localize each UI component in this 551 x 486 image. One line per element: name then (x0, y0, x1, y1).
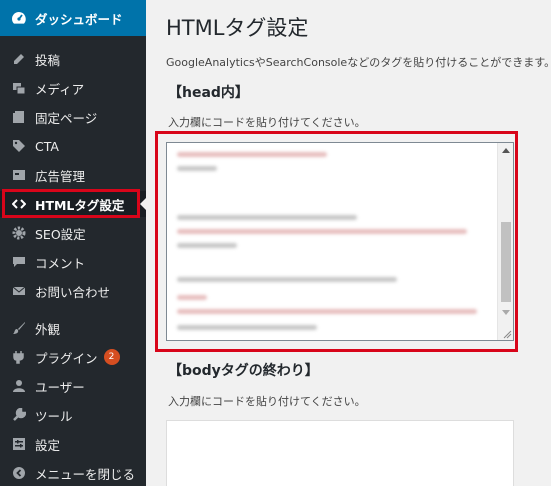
textarea-scrollbar[interactable] (497, 143, 513, 340)
scroll-up-arrow-icon[interactable] (502, 148, 510, 153)
scroll-down-arrow-icon[interactable] (502, 310, 510, 315)
media-icon (10, 79, 28, 97)
sidebar-item-label: メディア (35, 81, 85, 97)
sidebar-item-posts[interactable]: 投稿 (0, 46, 146, 72)
brush-icon (10, 319, 28, 337)
sidebar-item-cta[interactable]: CTA (0, 133, 146, 159)
sidebar-item-label: ツール (35, 408, 73, 424)
ad-icon (10, 166, 28, 184)
sidebar-item-ads[interactable]: 広告管理 (0, 162, 146, 188)
pin-icon (10, 50, 28, 68)
resize-handle-icon[interactable] (502, 329, 512, 339)
head-section-title: 【head内】 (168, 85, 249, 101)
sidebar-item-label: 外観 (35, 321, 61, 337)
sidebar-item-label: コメント (35, 255, 86, 271)
sidebar-item-media[interactable]: メディア (0, 75, 146, 101)
sidebar-item-label: HTMLタグ設定 (35, 197, 125, 213)
sidebar-item-tools[interactable]: ツール (0, 402, 146, 428)
code-icon (10, 195, 28, 213)
sidebar-item-label: 設定 (35, 437, 61, 453)
comment-icon (10, 253, 28, 271)
sidebar-item-settings[interactable]: 設定 (0, 431, 146, 457)
page-icon (10, 108, 28, 126)
blurred-code-line (177, 295, 207, 300)
sidebar-item-contact[interactable]: お問い合わせ (0, 278, 146, 304)
blurred-code-line (177, 309, 477, 314)
body-section-hint: 入力欄にコードを貼り付けてください。 (168, 395, 366, 408)
blurred-code-line (177, 277, 397, 282)
update-count-badge: 2 (103, 349, 120, 365)
sidebar-item-comments[interactable]: コメント (0, 249, 146, 275)
sidebar-item-users[interactable]: ユーザー (0, 373, 146, 399)
sidebar-item-label: プラグイン (35, 350, 98, 366)
blurred-code-line (177, 243, 237, 248)
head-section-hint: 入力欄にコードを貼り付けてください。 (168, 116, 366, 129)
collapse-icon (10, 464, 28, 482)
page-title: HTMLタグ設定 (166, 16, 309, 40)
sidebar-item-label: 広告管理 (35, 168, 86, 184)
sidebar-item-html-tags[interactable]: HTMLタグ設定 (0, 191, 146, 217)
sidebar-item-label: ダッシュボード (35, 11, 123, 27)
dashboard-icon (10, 9, 28, 27)
scroll-thumb[interactable] (501, 222, 511, 302)
blurred-code-line (177, 325, 317, 330)
plugin-icon (10, 348, 28, 366)
sidebar-item-pages[interactable]: 固定ページ (0, 104, 146, 130)
page-description: GoogleAnalyticsやSearchConsoleなどのタグを貼り付ける… (166, 56, 551, 69)
blurred-code-line (177, 215, 357, 220)
admin-sidebar: ダッシュボード 投稿 メディア 固定ページ CTA 広告管理 HTMLタグ設定 … (0, 0, 147, 486)
settings-icon (10, 435, 28, 453)
blurred-code-line (177, 152, 327, 157)
wrench-icon (10, 406, 28, 424)
gear-icon (10, 224, 28, 242)
sidebar-item-label: 投稿 (35, 52, 61, 68)
sidebar-item-label: SEO設定 (35, 226, 86, 242)
body-code-textarea[interactable] (166, 420, 514, 486)
sidebar-item-seo[interactable]: SEO設定 (0, 220, 146, 246)
sidebar-item-label: 固定ページ (35, 110, 98, 126)
blurred-code-line (177, 166, 217, 171)
sidebar-item-label: お問い合わせ (35, 284, 111, 300)
main-content: HTMLタグ設定 GoogleAnalyticsやSearchConsoleなど… (146, 0, 551, 486)
user-icon (10, 377, 28, 395)
sidebar-item-dashboard[interactable]: ダッシュボード (0, 0, 146, 36)
sidebar-item-label: ユーザー (35, 379, 85, 395)
sidebar-collapse-menu[interactable]: メニューを閉じる (0, 460, 146, 486)
sidebar-item-plugins[interactable]: プラグイン 2 (0, 344, 146, 370)
head-code-textarea[interactable] (166, 142, 514, 341)
sidebar-item-appearance[interactable]: 外観 (0, 315, 146, 341)
blurred-code-line (177, 229, 467, 234)
body-section-title: 【bodyタグの終わり】 (168, 363, 319, 379)
mail-icon (10, 282, 28, 300)
sidebar-item-label: CTA (35, 138, 59, 154)
tag-icon (10, 137, 28, 155)
sidebar-item-label: メニューを閉じる (35, 466, 136, 482)
